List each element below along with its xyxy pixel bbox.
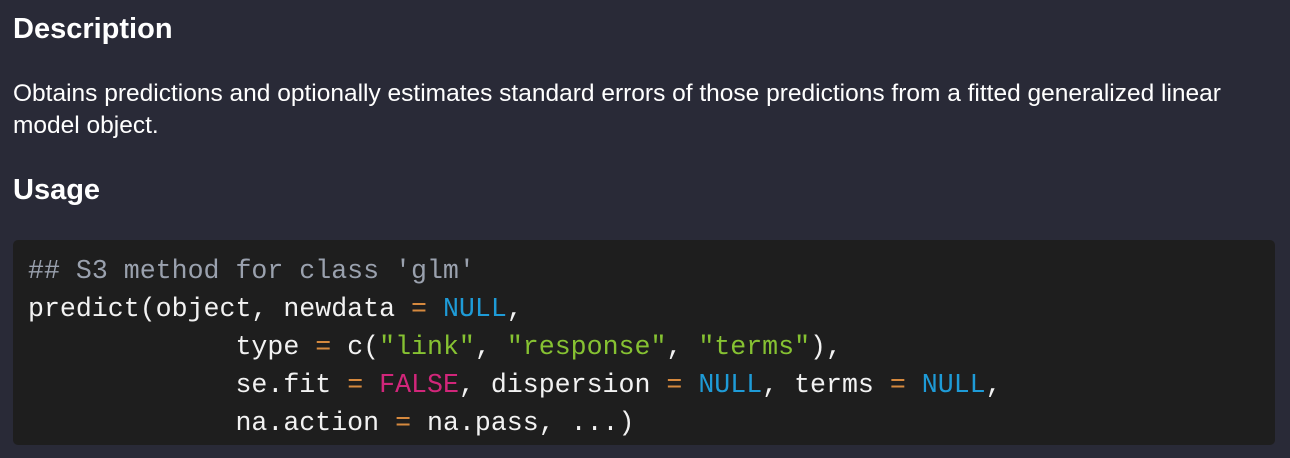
code-text: , <box>506 294 523 324</box>
code-null-keyword: NULL <box>442 294 507 324</box>
description-heading: Description <box>13 13 173 45</box>
code-text: ), <box>810 332 842 362</box>
code-text: na.pass, ...) <box>411 408 635 438</box>
usage-heading: Usage <box>13 174 101 206</box>
code-text: type <box>235 332 316 362</box>
code-string: "response" <box>506 332 667 362</box>
code-line-1: ## S3 method for class 'glm' <box>28 252 1275 290</box>
code-text: , terms <box>762 370 890 400</box>
description-text: Obtains predictions and optionally estim… <box>13 80 1221 139</box>
code-text: , dispersion <box>458 370 667 400</box>
code-operator: = <box>411 294 427 324</box>
code-false-keyword: FALSE <box>379 370 459 400</box>
code-comment: ## S3 method for class 'glm' <box>28 256 475 286</box>
code-text: c( <box>331 332 380 362</box>
code-text: na.action <box>235 408 396 438</box>
code-operator: = <box>315 332 332 362</box>
code-operator: = <box>395 408 412 438</box>
code-line-5: na.action = na.pass, ...) <box>28 404 1275 442</box>
code-string: "link" <box>379 332 475 362</box>
code-text: se.fit <box>235 370 348 400</box>
code-text: , <box>474 332 507 362</box>
code-string: "terms" <box>698 332 811 362</box>
code-null-keyword: NULL <box>698 370 763 400</box>
code-null-keyword: NULL <box>921 370 986 400</box>
code-operator: = <box>889 370 906 400</box>
code-operator: = <box>666 370 683 400</box>
code-text: , <box>985 370 1002 400</box>
code-operator: = <box>347 370 364 400</box>
code-text: , <box>666 332 699 362</box>
code-line-3: type = c("link", "response", "terms"), <box>28 328 1275 366</box>
code-text: predict(object, newdata <box>28 294 412 324</box>
usage-code-block[interactable]: ## S3 method for class 'glm' predict(obje… <box>13 240 1275 445</box>
code-line-2: predict(object, newdata = NULL, <box>28 290 1275 328</box>
code-line-4: se.fit = FALSE, dispersion = NULL, terms… <box>28 366 1275 404</box>
